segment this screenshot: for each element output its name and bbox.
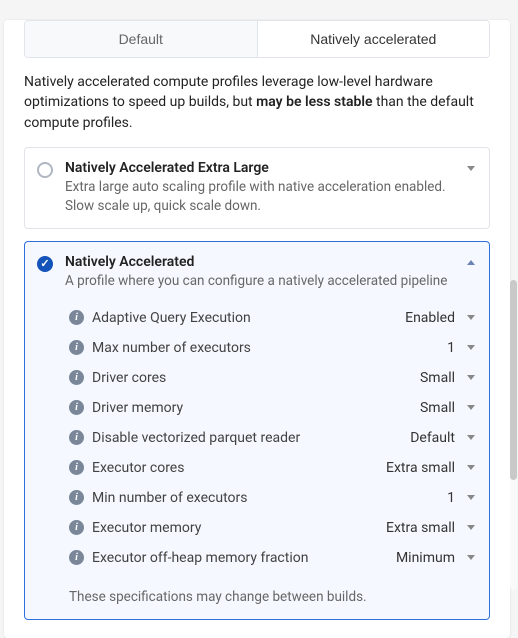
chevron-up-icon[interactable] (467, 260, 475, 265)
tab-natively-accelerated[interactable]: Natively accelerated (257, 21, 490, 57)
chevron-down-icon[interactable] (467, 315, 475, 320)
setting-row[interactable]: i Min number of executors 1 (69, 483, 475, 513)
setting-label: Executor cores (92, 460, 378, 476)
profile-subtitle: Extra large auto scaling profile with na… (65, 178, 455, 216)
info-icon[interactable]: i (69, 430, 84, 445)
setting-row[interactable]: i Executor cores Extra small (69, 453, 475, 483)
setting-row[interactable]: i Disable vectorized parquet reader Defaul… (69, 423, 475, 453)
scrollbar-track[interactable] (510, 280, 517, 590)
setting-row[interactable]: i Driver memory Small (69, 393, 475, 423)
setting-value[interactable]: Small (420, 400, 455, 416)
radio-checked-icon[interactable] (37, 256, 53, 272)
compute-profiles-panel: Default Natively accelerated Natively ac… (4, 20, 510, 638)
info-icon[interactable]: i (69, 550, 84, 565)
info-icon[interactable]: i (69, 460, 84, 475)
setting-label: Executor off-heap memory fraction (92, 550, 388, 566)
setting-label: Disable vectorized parquet reader (92, 430, 402, 446)
chevron-down-icon[interactable] (467, 525, 475, 530)
setting-value[interactable]: Enabled (405, 310, 455, 326)
setting-value[interactable]: 1 (447, 490, 455, 506)
chevron-down-icon[interactable] (467, 435, 475, 440)
chevron-down-icon[interactable] (467, 465, 475, 470)
profile-card-header[interactable]: Natively Accelerated A profile where you… (25, 242, 489, 303)
chevron-down-icon[interactable] (467, 405, 475, 410)
setting-label: Driver memory (92, 400, 412, 416)
description-text: Natively accelerated compute profiles le… (4, 72, 510, 147)
setting-row[interactable]: i Driver cores Small (69, 363, 475, 393)
settings-footnote: These specifications may change between … (25, 581, 489, 619)
profile-card-extra-large[interactable]: Natively Accelerated Extra Large Extra l… (24, 147, 490, 229)
setting-row[interactable]: i Max number of executors 1 (69, 333, 475, 363)
profile-card-header[interactable]: Natively Accelerated Extra Large Extra l… (25, 148, 489, 228)
setting-value[interactable]: Small (420, 370, 455, 386)
info-icon[interactable]: i (69, 520, 84, 535)
setting-row[interactable]: i Adaptive Query Execution Enabled (69, 303, 475, 333)
profile-type-tabs: Default Natively accelerated (24, 20, 490, 58)
setting-row[interactable]: i Executor off-heap memory fraction Minimu… (69, 543, 475, 573)
setting-label: Min number of executors (92, 490, 439, 506)
setting-value[interactable]: Extra small (386, 520, 455, 536)
setting-value[interactable]: Default (410, 430, 455, 446)
info-icon[interactable]: i (69, 340, 84, 355)
setting-value[interactable]: 1 (447, 340, 455, 356)
setting-label: Max number of executors (92, 340, 439, 356)
chevron-down-icon[interactable] (467, 375, 475, 380)
profile-card-natively-accelerated[interactable]: Natively Accelerated A profile where you… (24, 241, 490, 620)
info-icon[interactable]: i (69, 370, 84, 385)
chevron-down-icon[interactable] (467, 555, 475, 560)
profile-title: Natively Accelerated Extra Large (65, 160, 455, 176)
radio-unselected-icon[interactable] (37, 162, 53, 178)
settings-list: i Adaptive Query Execution Enabled i Max num… (25, 303, 489, 581)
setting-row[interactable]: i Executor memory Extra small (69, 513, 475, 543)
chevron-down-icon[interactable] (467, 166, 475, 171)
profile-text: Natively Accelerated A profile where you… (65, 254, 455, 291)
scrollbar-thumb[interactable] (510, 280, 517, 480)
info-icon[interactable]: i (69, 310, 84, 325)
info-icon[interactable]: i (69, 490, 84, 505)
info-icon[interactable]: i (69, 400, 84, 415)
tab-default[interactable]: Default (25, 21, 257, 57)
setting-value[interactable]: Minimum (396, 550, 455, 566)
setting-label: Executor memory (92, 520, 378, 536)
setting-label: Driver cores (92, 370, 412, 386)
profile-text: Natively Accelerated Extra Large Extra l… (65, 160, 455, 216)
setting-label: Adaptive Query Execution (92, 310, 397, 326)
setting-value[interactable]: Extra small (386, 460, 455, 476)
chevron-down-icon[interactable] (467, 495, 475, 500)
profile-subtitle: A profile where you can configure a nati… (65, 272, 455, 291)
profile-title: Natively Accelerated (65, 254, 455, 270)
chevron-down-icon[interactable] (467, 345, 475, 350)
